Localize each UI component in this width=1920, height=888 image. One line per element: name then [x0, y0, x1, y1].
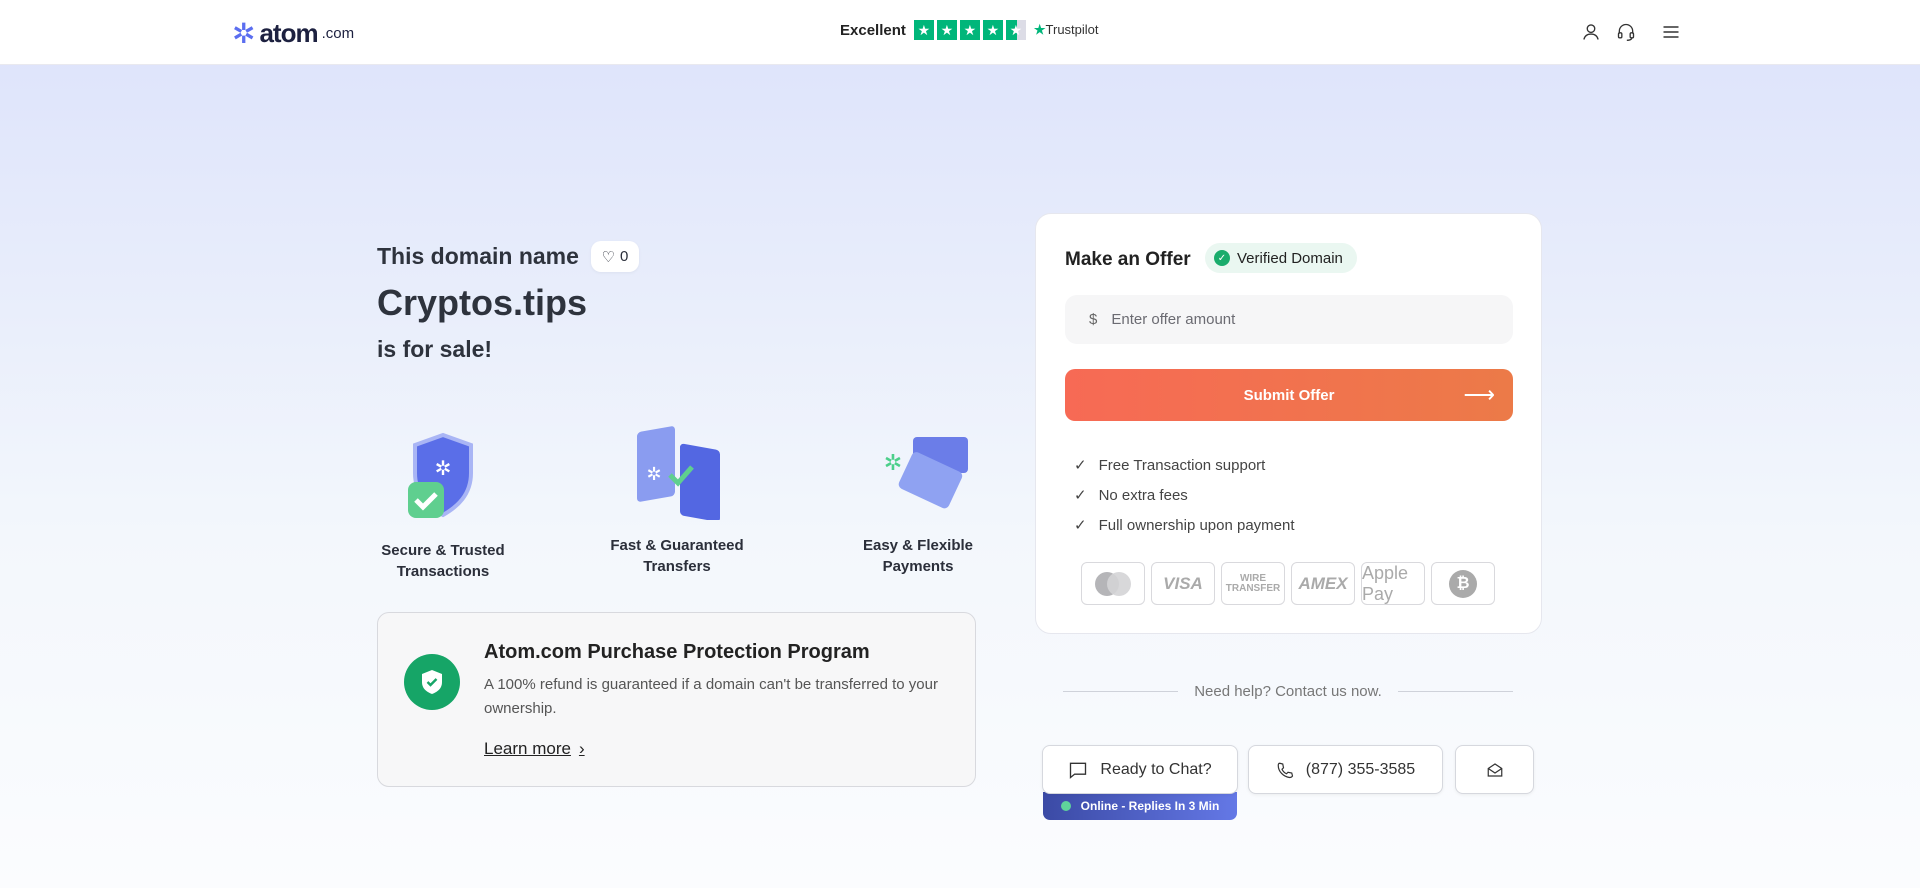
benefit-label: Free Transaction support	[1098, 456, 1266, 474]
check-icon: ✓	[1074, 517, 1087, 534]
phone-icon	[1277, 762, 1293, 778]
logo-suffix: .com	[321, 25, 355, 42]
menu-icon[interactable]	[1659, 20, 1683, 44]
benefit-label: No extra fees	[1098, 486, 1188, 504]
hero-sale: is for sale!	[377, 336, 493, 362]
trustpilot-name: Trustpilot	[1045, 22, 1099, 37]
headset-icon[interactable]	[1614, 20, 1638, 44]
check-icon: ✓	[1074, 457, 1087, 474]
feature-label-line1: Secure & Trusted	[381, 542, 505, 559]
rating-stars: ★ ★ ★ ★ ★	[913, 20, 1026, 40]
verified-check-icon: ✓	[1214, 250, 1230, 266]
wire-transfer-icon: WIRE TRANSFER	[1221, 562, 1285, 605]
svg-text:✲: ✲	[435, 458, 452, 480]
hero-intro: This domain name	[377, 243, 579, 269]
apple-pay-icon: Apple Pay	[1361, 562, 1425, 605]
protection-description: A 100% refund is guaranteed if a domain …	[484, 676, 938, 717]
currency-symbol: $	[1089, 311, 1098, 328]
check-icon: ✓	[1074, 487, 1087, 504]
mastercard-icon	[1081, 562, 1145, 605]
feature-payments: ✲ Easy & Flexible Payments	[808, 425, 1028, 577]
cards-icon: ✲	[884, 437, 968, 509]
offer-amount-input[interactable]	[1111, 311, 1492, 328]
visa-icon: VISA	[1151, 562, 1215, 605]
feature-label-line2: Transactions	[396, 563, 490, 580]
feature-label-line2: Transfers	[643, 558, 711, 575]
feature-label-line2: Payments	[882, 558, 954, 575]
star-icon: ★	[936, 20, 957, 40]
benefit-item: ✓ No extra fees	[1074, 480, 1295, 510]
chevron-right-icon: ›	[578, 739, 585, 758]
trustpilot-brand: ★Trustpilot	[1034, 22, 1099, 38]
half-star-icon: ★	[1005, 20, 1026, 40]
svg-text:✲: ✲	[884, 450, 902, 475]
trustpilot-rating[interactable]: Excellent ★ ★ ★ ★ ★ ★Trustpilot	[840, 20, 1099, 40]
benefit-label: Full ownership upon payment	[1098, 516, 1295, 534]
chat-status-label: Online - Replies In 3 Min	[1080, 799, 1220, 813]
feature-label-line1: Easy & Flexible	[862, 537, 974, 554]
payment-methods: VISA WIRE TRANSFER AMEX Apple Pay ₿	[1081, 562, 1495, 605]
logo-word: atom	[259, 18, 318, 48]
verified-badge: ✓ Verified Domain	[1205, 243, 1357, 273]
amex-icon: AMEX	[1291, 562, 1355, 605]
feature-label-line1: Fast & Guaranteed	[610, 537, 744, 554]
learn-more-label: Learn more	[484, 739, 571, 758]
atom-star-icon: ✲	[232, 17, 256, 49]
divider-line	[1063, 691, 1179, 692]
rating-label: Excellent	[840, 21, 906, 39]
offer-card: Make an Offer ✓ Verified Domain $ Submit …	[1035, 213, 1542, 634]
svg-text:✲: ✲	[646, 464, 661, 484]
bitcoin-icon: ₿	[1431, 562, 1495, 605]
browser-transfer-icon: ✲	[637, 426, 720, 522]
shield-check-icon: ✲	[408, 432, 473, 518]
phone-number: (877) 355-3585	[1305, 760, 1416, 778]
shield-check-icon	[404, 654, 460, 710]
verified-label: Verified Domain	[1237, 249, 1343, 267]
chat-button[interactable]: Ready to Chat?	[1042, 745, 1238, 794]
favorite-button[interactable]: ♡ 0	[591, 241, 639, 272]
online-dot-icon	[1060, 801, 1071, 811]
star-icon: ★	[982, 20, 1003, 40]
submit-label: Submit Offer	[1243, 386, 1335, 404]
email-button[interactable]	[1455, 745, 1534, 794]
chat-bubble-icon	[1070, 762, 1087, 779]
purchase-protection-box: Atom.com Purchase Protection Program A 1…	[377, 612, 976, 787]
divider-line	[1397, 691, 1513, 692]
chat-status: Online - Replies In 3 Min	[1043, 792, 1237, 820]
benefit-item: ✓ Full ownership upon payment	[1074, 510, 1295, 540]
protection-title: Atom.com Purchase Protection Program	[484, 641, 870, 663]
help-divider: Need help? Contact us now.	[1063, 683, 1513, 700]
domain-name: Cryptos.tips	[377, 282, 588, 323]
envelope-open-icon	[1487, 762, 1502, 777]
arrow-right-icon: ⟶	[1463, 382, 1495, 407]
benefit-item: ✓ Free Transaction support	[1074, 450, 1295, 480]
trustpilot-star-icon: ★	[1033, 22, 1046, 37]
benefits-list: ✓ Free Transaction support ✓ No extra fees…	[1074, 450, 1295, 540]
offer-amount-field[interactable]: $	[1065, 295, 1513, 344]
submit-offer-button[interactable]: Submit Offer ⟶	[1065, 369, 1513, 421]
feature-secure: ✲ Secure & Trusted Transactions	[333, 430, 553, 582]
top-nav: ✲ atom .com Excellent ★ ★ ★ ★ ★ ★Trustpilot	[0, 0, 1920, 65]
star-icon: ★	[913, 20, 934, 40]
heart-icon: ♡	[601, 248, 616, 266]
user-icon[interactable]	[1579, 20, 1603, 44]
help-text: Need help? Contact us now.	[1194, 683, 1382, 700]
atom-logo[interactable]: ✲ atom .com	[232, 18, 354, 49]
learn-more-link[interactable]: Learn more ›	[484, 739, 585, 759]
offer-title: Make an Offer	[1065, 249, 1191, 270]
chat-label: Ready to Chat?	[1100, 760, 1212, 778]
phone-button[interactable]: (877) 355-3585	[1248, 745, 1443, 794]
star-icon: ★	[959, 20, 980, 40]
like-count: 0	[620, 248, 629, 265]
feature-fast: ✲ Fast & Guaranteed Transfers	[567, 425, 787, 577]
